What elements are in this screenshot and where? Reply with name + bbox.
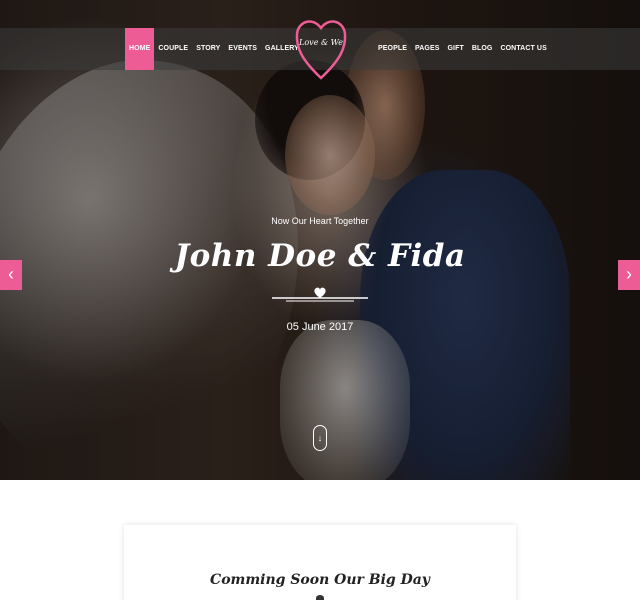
slider-prev-button[interactable]: ‹ [0,260,22,290]
slider-next-button[interactable]: › [618,260,640,290]
ornament-icon [316,595,324,600]
nav-item-story[interactable]: STORY [192,28,224,70]
hero-tagline: Now Our Heart Together [271,216,369,226]
nav-item-contact-us[interactable]: CONTACT US [496,28,550,70]
nav-left-group: HOME COUPLE STORY EVENTS GALLERY [125,28,303,70]
heart-divider-icon [272,287,368,302]
nav-item-gift[interactable]: GIFT [444,28,468,70]
arrow-down-icon: ↓ [317,433,323,443]
site-logo[interactable]: Love & We [294,14,348,82]
countdown-title: Comming Soon Our Big Day [210,572,430,588]
nav-item-home[interactable]: HOME [125,28,155,70]
couple-names: John Doe & Fida [174,238,466,274]
scroll-down-button[interactable]: ↓ [313,425,327,451]
logo-text: Love & We [299,38,343,47]
chevron-left-icon: ‹ [8,264,14,284]
nav-item-couple[interactable]: COUPLE [154,28,192,70]
nav-right-group: PEOPLE PAGES GIFT BLOG CONTACT US [374,28,551,70]
nav-item-events[interactable]: EVENTS [224,28,261,70]
countdown-card: Comming Soon Our Big Day [124,525,516,600]
chevron-right-icon: › [626,264,632,284]
wedding-date: 05 June 2017 [286,321,354,333]
heart-outline-icon [295,20,347,80]
nav-item-blog[interactable]: BLOG [468,28,497,70]
nav-item-pages[interactable]: PAGES [411,28,444,70]
hero-slider: HOME COUPLE STORY EVENTS GALLERY PEOPLE … [0,0,640,480]
nav-item-people[interactable]: PEOPLE [374,28,411,70]
